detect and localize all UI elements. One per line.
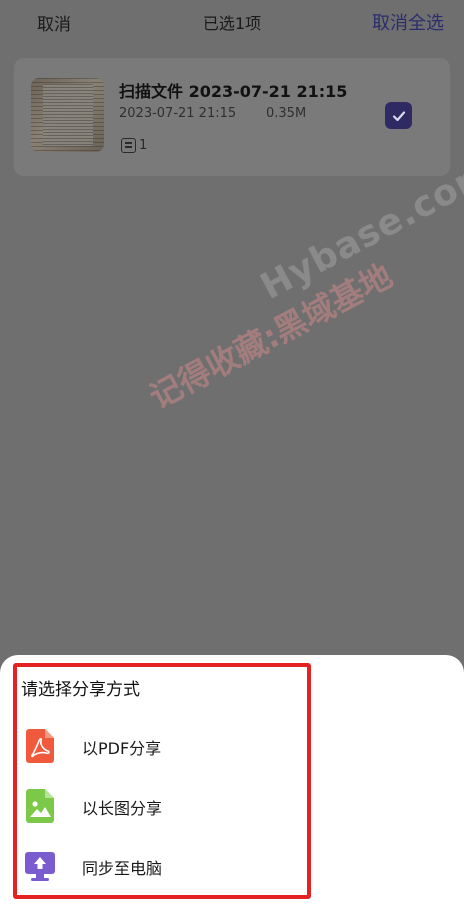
page-count-value: 1 — [139, 138, 148, 153]
file-select-checkbox[interactable] — [385, 102, 412, 129]
share-bottom-sheet: 请选择分享方式 以PDF分享 以长图分享 同步至电脑 — [0, 655, 464, 911]
computer-sync-icon — [25, 852, 55, 881]
pdf-icon — [26, 729, 54, 763]
sync-to-computer-label: 同步至电脑 — [82, 859, 163, 878]
top-bar: 取消 已选1项 取消全选 — [0, 0, 464, 44]
document-pages-icon — [121, 138, 136, 153]
sync-to-computer-option[interactable]: 同步至电脑 — [24, 849, 284, 883]
file-date: 2023-07-21 21:15 — [119, 106, 237, 121]
share-sheet-title: 请选择分享方式 — [21, 680, 140, 700]
share-as-long-image-option[interactable]: 以长图分享 — [24, 789, 284, 823]
watermark-chinese: 记得收藏:黑域基地 — [143, 256, 399, 417]
checkmark-icon — [392, 110, 405, 121]
page-count: 1 — [121, 138, 147, 153]
image-icon — [26, 789, 54, 823]
file-name: 扫描文件 2023-07-21 21:15 — [119, 82, 348, 101]
share-as-long-image-label: 以长图分享 — [82, 799, 163, 818]
share-as-pdf-label: 以PDF分享 — [82, 739, 162, 758]
scanned-page-preview — [43, 84, 93, 146]
share-as-pdf-option[interactable]: 以PDF分享 — [24, 729, 284, 763]
file-card[interactable]: 扫描文件 2023-07-21 21:15 2023-07-21 21:15 0… — [14, 58, 450, 176]
file-size: 0.35M — [266, 106, 307, 121]
file-thumbnail — [31, 78, 104, 152]
deselect-all-button[interactable]: 取消全选 — [372, 9, 444, 35]
